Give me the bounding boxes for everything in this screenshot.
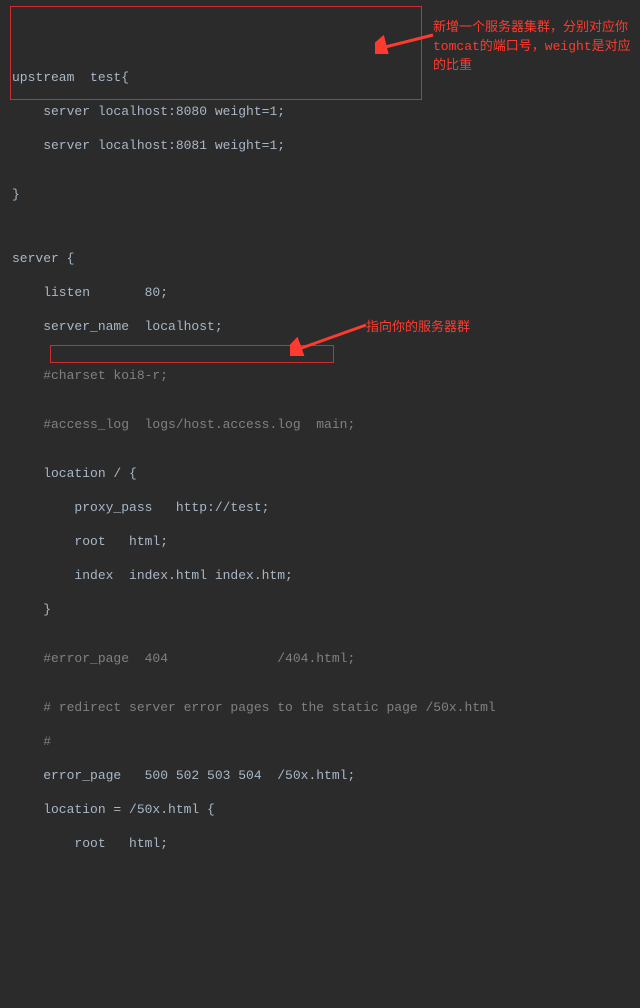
code-comment: # redirect server error pages to the sta… [12,698,640,717]
code-line: location = /50x.html { [12,800,640,819]
arrow-icon [375,32,435,54]
code-line: } [12,185,640,204]
code-line: index index.html index.htm; [12,566,640,585]
annotation-proxy: 指向你的服务器群 [366,316,470,335]
code-line: server localhost:8080 weight=1; [12,102,640,121]
code-line: root html; [12,834,640,853]
code-line: root html; [12,532,640,551]
code-line: server localhost:8081 weight=1; [12,136,640,155]
code-comment: #charset koi8-r; [12,366,640,385]
code-comment: #access_log logs/host.access.log main; [12,415,640,434]
code-line: location / { [12,464,640,483]
code-comment: # [12,732,640,751]
code-line: proxy_pass http://test; [12,498,640,517]
code-line: } [12,600,640,619]
code-comment: #error_page 404 /404.html; [12,649,640,668]
code-line: server_name localhost; [12,317,640,336]
annotation-upstream: 新增一个服务器集群，分别对应你tomcat的端口号，weight是对应的比重 [433,18,638,75]
code-line: server { [12,249,640,268]
code-line: listen 80; [12,283,640,302]
code-line: error_page 500 502 503 504 /50x.html; [12,766,640,785]
highlight-box-proxy-pass [50,345,334,363]
